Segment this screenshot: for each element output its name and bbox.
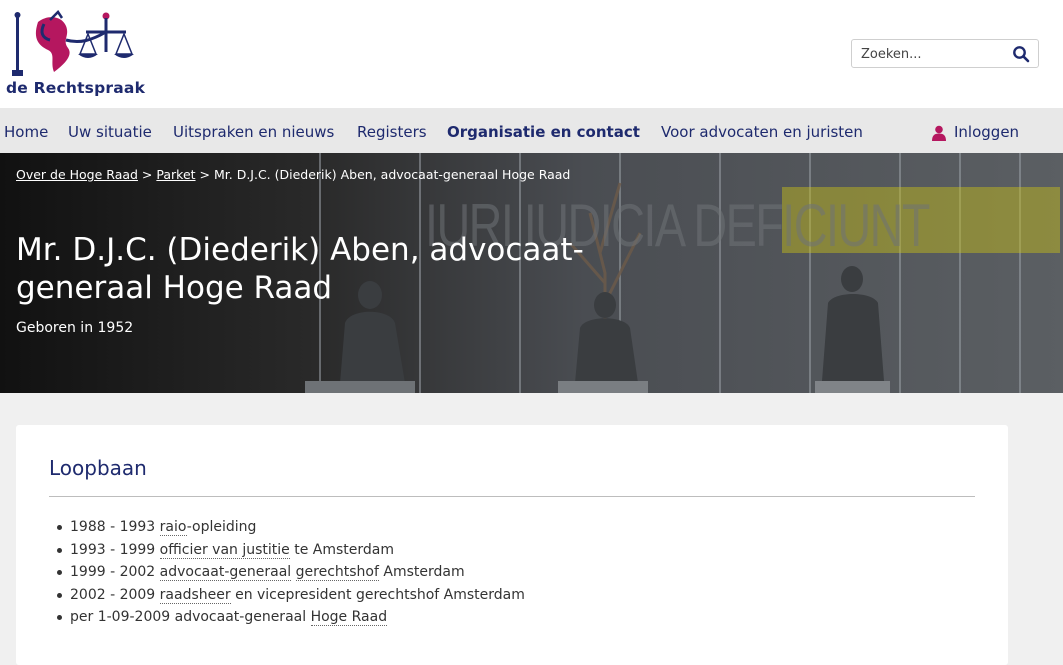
nav-item-voor-advocaten-en-juristen[interactable]: Voor advocaten en juristen bbox=[661, 123, 863, 141]
career-list: 1988 - 1993 raio-opleiding 1993 - 1999 o… bbox=[54, 516, 525, 629]
search-button[interactable] bbox=[1012, 45, 1032, 63]
breadcrumb-separator: > bbox=[137, 167, 157, 182]
list-item: 1999 - 2002 advocaat-generaal gerechtsho… bbox=[54, 561, 525, 584]
search-input[interactable] bbox=[861, 44, 1006, 64]
glossary-term-link[interactable]: gerechtshof bbox=[295, 564, 379, 581]
nav-item-uitspraken-en-nieuws[interactable]: Uitspraken en nieuws bbox=[173, 123, 334, 141]
nav-item-organisatie-en-contact[interactable]: Organisatie en contact bbox=[447, 123, 640, 141]
glossary-term-link[interactable]: raadsheer bbox=[159, 586, 231, 604]
breadcrumb: Over de Hoge Raad > Parket > Mr. D.J.C. … bbox=[16, 167, 570, 182]
glossary-term-link[interactable]: officier van justitie bbox=[159, 541, 290, 559]
hero-banner: IURI IUDICIA DEFICIUNT Over de Hoge Raad… bbox=[0, 153, 1063, 393]
list-item: per 1-09-2009 advocaat-generaal Hoge Raa… bbox=[54, 606, 525, 629]
nav-item-home[interactable]: Home bbox=[4, 123, 48, 141]
breadcrumb-link-over-de-hoge-raad[interactable]: Over de Hoge Raad bbox=[16, 167, 138, 182]
search-box bbox=[851, 39, 1039, 68]
list-item: 1993 - 1999 officier van justitie te Ams… bbox=[54, 539, 525, 562]
main-nav: Home Uw situatie Uitspraken en nieuws Re… bbox=[0, 108, 1063, 153]
nav-item-registers[interactable]: Registers bbox=[357, 123, 427, 141]
breadcrumb-current: Mr. D.J.C. (Diederik) Aben, advocaat-gen… bbox=[213, 167, 571, 182]
glossary-term-link[interactable]: Hoge Raad bbox=[310, 609, 388, 626]
justitia-logo-icon bbox=[12, 10, 134, 76]
list-item: 1988 - 1993 raio-opleiding bbox=[54, 516, 525, 539]
glossary-term-link[interactable]: raio bbox=[159, 519, 187, 536]
search-icon bbox=[1013, 46, 1030, 63]
breadcrumb-separator: > bbox=[195, 167, 214, 182]
loopbaan-card: Loopbaan 1988 - 1993 raio-opleiding 1993… bbox=[16, 425, 1008, 665]
site-header: de Rechtspraak bbox=[0, 0, 1063, 108]
nav-item-uw-situatie[interactable]: Uw situatie bbox=[68, 123, 152, 141]
page-title: Mr. D.J.C. (Diederik) Aben, advocaat-gen… bbox=[16, 232, 584, 306]
logo-text: de Rechtspraak bbox=[6, 79, 146, 97]
login-label: Inloggen bbox=[954, 123, 1020, 141]
glossary-term-link[interactable]: advocaat-generaal bbox=[159, 564, 292, 581]
section-title: Loopbaan bbox=[49, 456, 147, 480]
user-icon bbox=[932, 125, 946, 141]
section-divider bbox=[49, 496, 975, 497]
page-subtitle: Geboren in 1952 bbox=[16, 320, 134, 336]
list-item: 2002 - 2009 raadsheer en vicepresident g… bbox=[54, 584, 525, 607]
breadcrumb-link-parket[interactable]: Parket bbox=[156, 167, 195, 182]
site-logo[interactable]: de Rechtspraak bbox=[6, 10, 146, 100]
